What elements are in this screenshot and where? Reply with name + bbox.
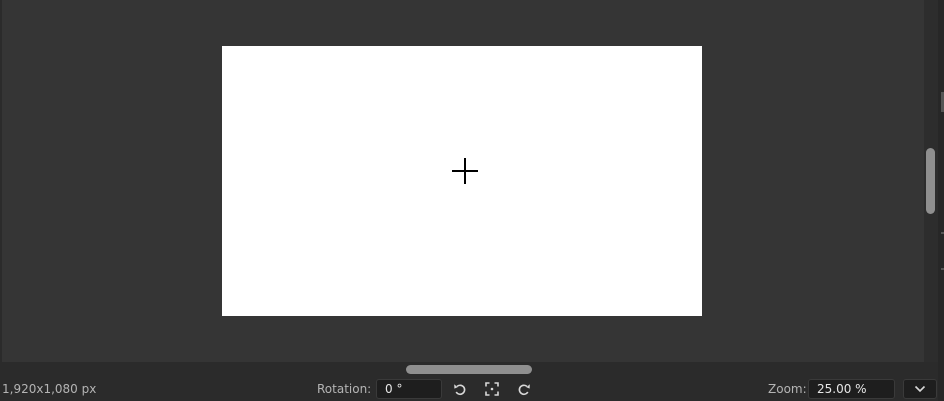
crosshair-cursor-icon (452, 158, 478, 184)
fit-to-view-icon[interactable] (483, 380, 501, 398)
canvas-viewport[interactable] (2, 0, 924, 362)
vertical-scrollbar-thumb[interactable] (926, 148, 935, 214)
canvas-editor-window: 1,920x1,080 px Rotation: 0 ° Zoom: 25.00… (0, 0, 944, 401)
chevron-down-icon (914, 385, 926, 393)
zoom-dropdown-button[interactable] (903, 379, 937, 399)
canvas-page[interactable] (222, 46, 702, 316)
side-panel-edge (938, 0, 944, 401)
rotate-clockwise-icon[interactable] (515, 380, 533, 398)
horizontal-scrollbar-thumb[interactable] (406, 365, 532, 374)
rotation-input[interactable]: 0 ° (376, 379, 442, 399)
rotation-label: Rotation: (317, 382, 372, 396)
zoom-label: Zoom: (768, 382, 807, 396)
rotate-counterclockwise-icon[interactable] (451, 380, 469, 398)
status-bar: 1,920x1,080 px Rotation: 0 ° Zoom: 25.00… (0, 378, 938, 401)
zoom-input[interactable]: 25.00 % (808, 379, 895, 399)
canvas-size-label: 1,920x1,080 px (2, 382, 97, 396)
